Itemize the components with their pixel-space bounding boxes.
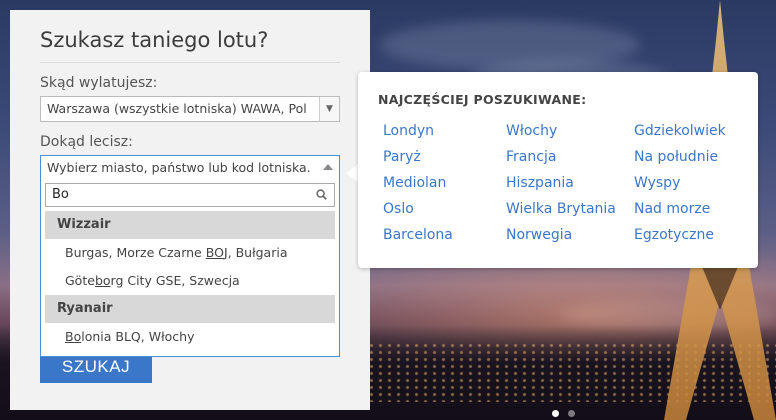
panel-title: Szukasz taniego lotu? (40, 28, 340, 63)
carousel-dot-active[interactable] (552, 410, 559, 417)
destination-search-input[interactable]: Bo (45, 183, 335, 207)
popular-link[interactable]: Wyspy (634, 173, 764, 194)
popular-destinations-popover: NAJCZĘŚCIEJ POSZUKIWANE: Londyn Włochy G… (358, 72, 758, 268)
popular-title: NAJCZĘŚCIEJ POSZUKIWANE: (378, 92, 587, 107)
popover-arrow (346, 164, 358, 182)
popular-link[interactable]: Londyn (383, 121, 506, 142)
dropdown-option[interactable]: Göteborg City GSE, Szwecja (41, 267, 339, 295)
popular-link[interactable]: Barcelona (383, 225, 506, 246)
popular-link[interactable]: Hiszpania (506, 173, 634, 194)
popular-link[interactable]: Wielka Brytania (506, 199, 634, 220)
popular-links-grid: Londyn Włochy Gdziekolwiek Paryż Francja… (378, 121, 738, 246)
popular-link[interactable]: Oslo (383, 199, 506, 220)
carousel-dot[interactable] (568, 410, 575, 417)
popular-link[interactable]: Egzotyczne (634, 225, 764, 246)
popular-link[interactable]: Francja (506, 147, 634, 168)
popular-link[interactable]: Nad morze (634, 199, 764, 220)
popular-link[interactable]: Norwegia (506, 225, 634, 246)
popular-link[interactable]: Gdziekolwiek (634, 121, 764, 142)
dropdown-group-header: Ryanair (45, 295, 335, 323)
search-icon (316, 189, 327, 200)
to-label: Dokąd lecisz: (40, 134, 133, 150)
popular-link[interactable]: Mediolan (383, 173, 506, 194)
popular-link[interactable]: Paryż (383, 147, 506, 168)
chevron-up-icon[interactable] (323, 164, 333, 170)
from-label: Skąd wylatujesz: (40, 75, 158, 91)
to-select-placeholder: Wybierz miasto, państwo lub kod lotniska… (47, 160, 311, 175)
chevron-down-icon[interactable]: ▼ (319, 97, 339, 121)
dropdown-option[interactable]: Bolonia BLQ, Włochy (41, 323, 339, 351)
dropdown-option[interactable]: Burgas, Morze Czarne BOJ, Bułgaria (41, 239, 339, 267)
destination-search-value: Bo (52, 187, 69, 202)
destination-dropdown: Bo Wizzair Burgas, Morze Czarne BOJ, Buł… (40, 177, 340, 357)
dropdown-group-header: Wizzair (45, 211, 335, 239)
from-select-value: Warszawa (wszystkie lotniska) WAWA, Pol (47, 101, 307, 116)
popular-link[interactable]: Włochy (506, 121, 634, 142)
popular-link[interactable]: Na południe (634, 147, 764, 168)
from-select[interactable]: Warszawa (wszystkie lotniska) WAWA, Pol … (40, 96, 340, 122)
